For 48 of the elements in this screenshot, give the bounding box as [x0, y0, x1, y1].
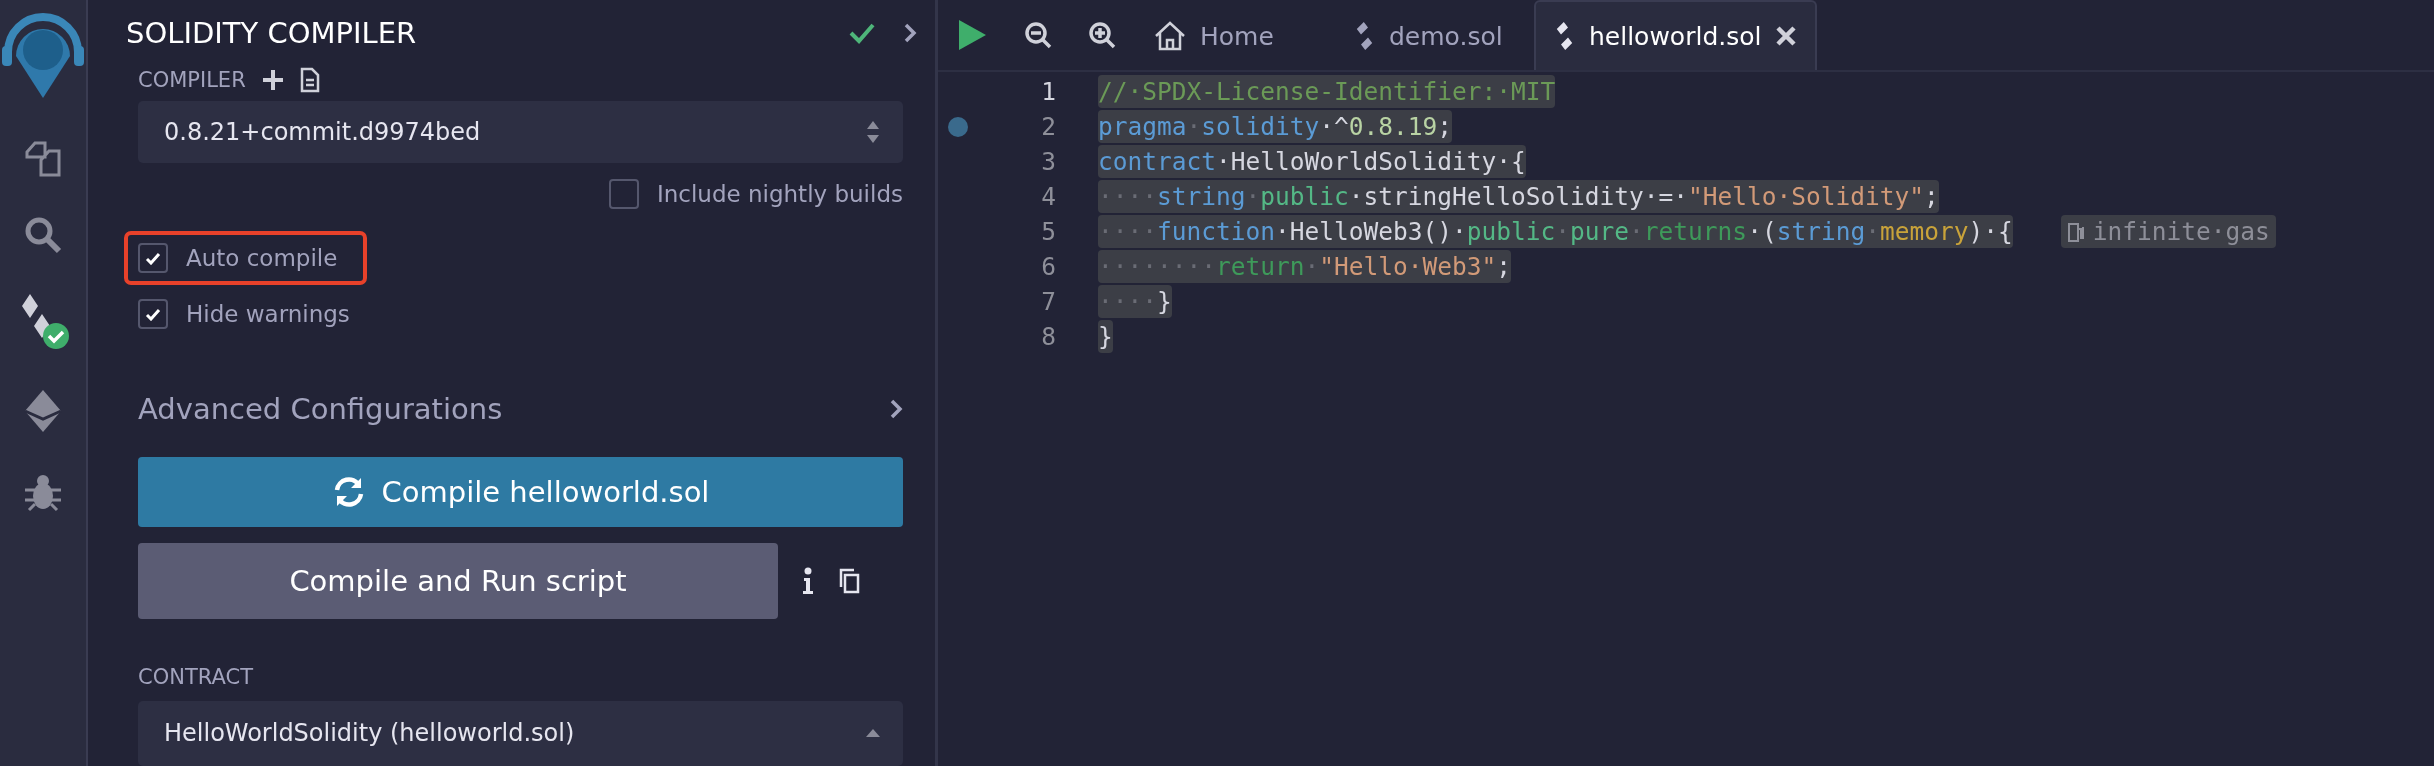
breakpoint-icon[interactable]: [947, 115, 969, 138]
option-label: Auto compile: [186, 245, 338, 272]
plus-icon[interactable]: [261, 68, 284, 91]
editor-tab[interactable]: demo.sol: [1334, 0, 1534, 70]
checkbox[interactable]: [608, 179, 639, 210]
zoom-out-icon[interactable]: [1024, 21, 1052, 49]
section-label: CONTRACT: [138, 664, 254, 689]
editor-tab[interactable]: helloworld.sol: [1534, 0, 1818, 70]
line-number: 6: [1040, 252, 1056, 281]
zoom-in-icon[interactable]: [1088, 21, 1116, 49]
document-icon[interactable]: [299, 66, 320, 93]
line-number: 7: [1040, 287, 1056, 316]
play-icon[interactable]: [956, 18, 988, 52]
chevron-right-icon[interactable]: [903, 21, 917, 44]
line-number: 2: [1040, 112, 1056, 141]
line-number: 3: [1040, 147, 1056, 176]
run-script-button[interactable]: Compile and Run script: [138, 542, 778, 619]
copy-icon[interactable]: [838, 567, 860, 594]
line-number: 5: [1040, 217, 1056, 246]
compile-button[interactable]: Compile helloworld.sol: [138, 457, 903, 527]
checkbox[interactable]: [138, 299, 168, 330]
compiler-select[interactable]: 0.8.21+commit.d9974bed: [138, 101, 903, 164]
close-icon[interactable]: [1775, 25, 1798, 47]
search-icon[interactable]: [24, 216, 62, 254]
section-heading[interactable]: Advanced Configurations: [138, 392, 503, 427]
option-label: Include nightly builds: [656, 181, 903, 208]
chevron-right-icon[interactable]: [889, 398, 903, 421]
check-icon: [849, 21, 875, 44]
caret-up-icon: [865, 728, 881, 739]
bug-icon[interactable]: [23, 472, 63, 512]
editor-tab[interactable]: Home: [1134, 0, 1334, 70]
line-number: 4: [1040, 182, 1056, 211]
fuel-icon: [2066, 221, 2085, 242]
home-icon: [1154, 21, 1186, 51]
section-label: COMPILER: [138, 67, 246, 92]
line-number: 8: [1040, 322, 1056, 351]
solidity-icon: [1354, 22, 1375, 50]
solidity-icon: [1554, 22, 1575, 50]
code-line: }: [1098, 320, 1113, 353]
checkmark-icon: [145, 307, 161, 321]
panel-title: SOLIDITY COMPILER: [126, 15, 418, 50]
line-number: 1: [1040, 77, 1056, 106]
checkbox[interactable]: [138, 243, 168, 274]
checkmark-icon: [145, 251, 161, 265]
info-icon[interactable]: [802, 566, 814, 595]
contract-select[interactable]: HelloWorldSolidity (helloworld.sol): [138, 700, 903, 766]
gas-hint: infinite·gas: [2060, 215, 2276, 248]
option-label: Hide warnings: [186, 301, 350, 328]
